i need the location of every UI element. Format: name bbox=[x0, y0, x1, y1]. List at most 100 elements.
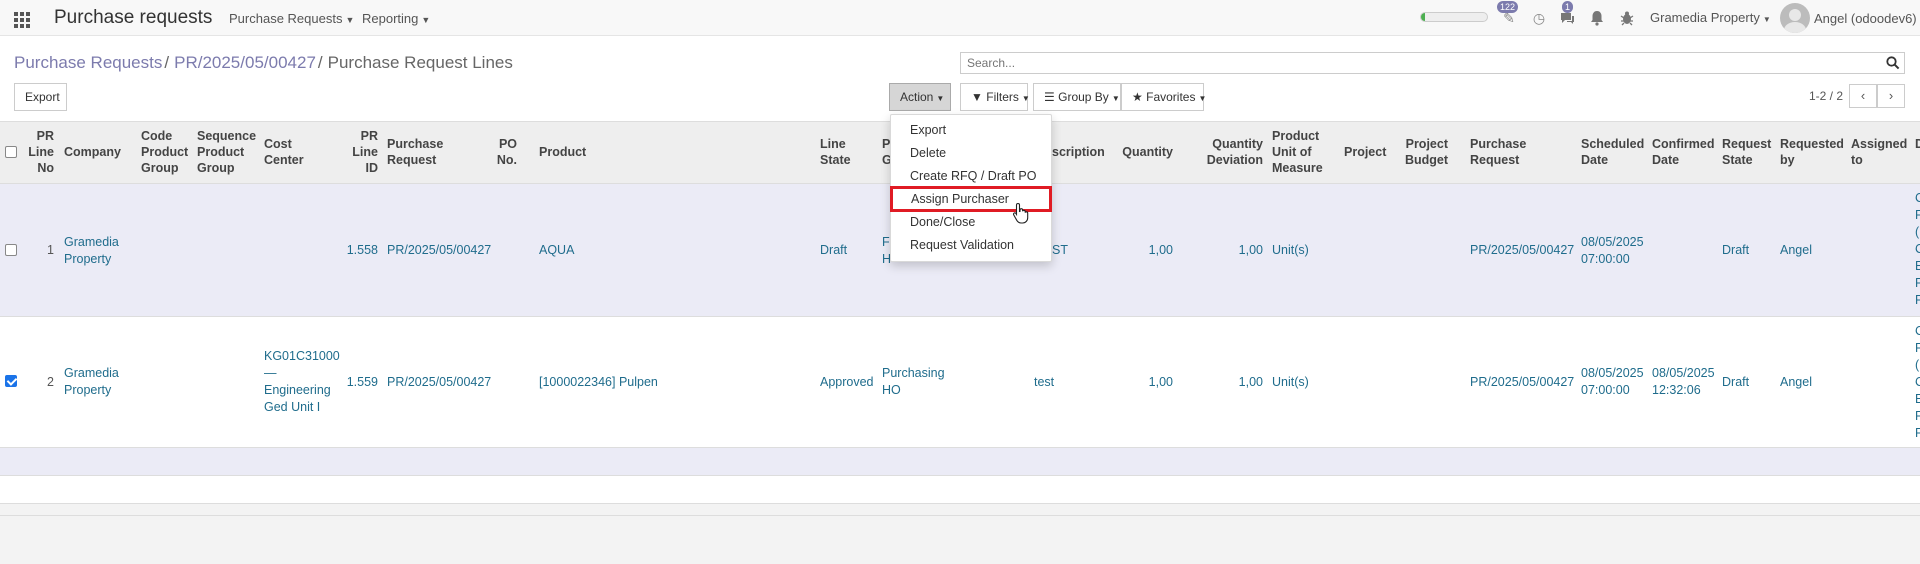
cell-line-no: 2 bbox=[47, 375, 54, 389]
col-purchase-request-2[interactable]: Purchase Request bbox=[1470, 136, 1526, 168]
bell-icon[interactable] bbox=[1589, 10, 1605, 26]
action-dropdown-menu: Export Delete Create RFQ / Draft PO Assi… bbox=[890, 114, 1052, 262]
cell-purchase-request-2: PR/2025/05/00427 bbox=[1470, 375, 1575, 389]
col-quantity[interactable]: Quantity bbox=[1110, 144, 1173, 160]
page-footer-area bbox=[0, 515, 1920, 564]
export-button[interactable]: Export bbox=[14, 83, 67, 111]
filters-button[interactable]: ▼ Filters ▼ bbox=[960, 83, 1030, 111]
col-pr-line-no[interactable]: PR Line No bbox=[22, 128, 54, 176]
col-product[interactable]: Product bbox=[539, 144, 586, 160]
cell-product: AQUA bbox=[539, 243, 575, 257]
cell-last: C F(C E F F bbox=[1915, 191, 1920, 307]
star-icon: ★ bbox=[1132, 90, 1143, 104]
cell-line-no: 1 bbox=[47, 243, 54, 257]
col-scheduled-date[interactable]: Scheduled Date bbox=[1581, 136, 1644, 168]
cell-request-state: Draft bbox=[1722, 375, 1750, 389]
col-project[interactable]: Project bbox=[1344, 144, 1386, 160]
select-all-checkbox[interactable] bbox=[5, 146, 17, 158]
app-title: Purchase requests bbox=[54, 7, 213, 28]
messages-badge: 1 bbox=[1562, 1, 1574, 13]
cell-pr-line-id: 1.558 bbox=[346, 243, 378, 257]
col-assigned-to[interactable]: Assigned to bbox=[1851, 136, 1907, 168]
cell-scheduled-date: 08/05/2025 07:00:00 bbox=[1581, 366, 1644, 397]
search-input[interactable] bbox=[961, 53, 1861, 73]
menu-item-delete[interactable]: Delete bbox=[891, 142, 1051, 164]
top-navbar: Purchase requests Purchase Requests ▼ Rep… bbox=[0, 0, 1920, 36]
col-request-state[interactable]: Request State bbox=[1722, 136, 1771, 168]
col-description[interactable]: scription bbox=[1052, 144, 1105, 160]
col-pr-line-id[interactable]: PR Line ID bbox=[340, 128, 378, 176]
clock-icon[interactable]: ◷ bbox=[1531, 10, 1547, 26]
col-po-no[interactable]: PO No. bbox=[480, 136, 517, 168]
breadcrumb-pr-record[interactable]: PR/2025/05/00427 bbox=[174, 53, 316, 72]
table-row[interactable]: 2 Gramedia Property KG01C31000— Engineerin… bbox=[0, 317, 1920, 448]
cell-uom: Unit(s) bbox=[1272, 243, 1309, 257]
col-requested-by[interactable]: Requested by bbox=[1780, 136, 1844, 168]
user-avatar[interactable] bbox=[1780, 3, 1810, 33]
col-cost-center[interactable]: Cost Center bbox=[264, 136, 304, 168]
pager-next-button[interactable]: › bbox=[1877, 84, 1905, 108]
group-by-button[interactable]: ☰ Group By ▼ bbox=[1033, 83, 1121, 111]
col-last[interactable]: D bbox=[1915, 136, 1920, 152]
cell-quantity: 1,00 bbox=[1148, 375, 1173, 389]
menu-item-export[interactable]: Export bbox=[891, 119, 1051, 141]
empty-row bbox=[0, 476, 1920, 504]
company-switcher[interactable]: Gramedia Property ▼ bbox=[1650, 10, 1771, 25]
action-button[interactable]: Action ▼ bbox=[889, 83, 951, 111]
cell-company: Gramedia Property bbox=[64, 235, 119, 266]
cell-cost-center: KG01C31000— Engineering Ged Unit I bbox=[264, 349, 340, 414]
cell-purchase-request: PR/2025/05/00427 bbox=[387, 375, 492, 389]
col-quantity-deviation[interactable]: Quantity Deviation bbox=[1182, 136, 1263, 168]
col-uom[interactable]: Product Unit of Measure bbox=[1272, 128, 1323, 176]
filter-icon: ▼ bbox=[971, 90, 983, 104]
cell-quantity: 1,00 bbox=[1148, 243, 1173, 257]
onboarding-progress-bar[interactable] bbox=[1420, 12, 1488, 22]
menu-purchase-requests[interactable]: Purchase Requests ▼ bbox=[229, 11, 354, 26]
menu-reporting[interactable]: Reporting ▼ bbox=[362, 11, 430, 26]
cell-line-state: Draft bbox=[820, 243, 848, 257]
cell-line-state: Approved bbox=[820, 375, 874, 389]
col-sequence-product-group[interactable]: Sequence Product Group bbox=[197, 128, 256, 176]
col-purchase-request[interactable]: Purchase Request bbox=[387, 136, 443, 168]
activity-badge: 122 bbox=[1497, 1, 1519, 13]
cell-purchase-request-2: PR/2025/05/00427 bbox=[1470, 243, 1575, 257]
cell-purchase-request: PR/2025/05/00427 bbox=[387, 243, 492, 257]
apps-menu-icon[interactable] bbox=[14, 12, 30, 28]
search-icon[interactable] bbox=[1886, 56, 1900, 70]
empty-row bbox=[0, 448, 1920, 476]
breadcrumb-current: Purchase Request Lines bbox=[327, 53, 513, 72]
cell-description: ST bbox=[1052, 243, 1068, 257]
col-company[interactable]: Company bbox=[64, 144, 121, 160]
cell-quantity-deviation: 1,00 bbox=[1238, 375, 1263, 389]
cell-pr-line-id: 1.559 bbox=[346, 375, 378, 389]
control-panel: Purchase Requests / PR/2025/05/00427/Purch… bbox=[0, 36, 1920, 122]
cell-last: C F(C E F F bbox=[1915, 324, 1920, 440]
pager-value[interactable]: 1-2 / 2 bbox=[1809, 89, 1843, 103]
pager-previous-button[interactable]: ‹ bbox=[1849, 84, 1877, 108]
col-line-state[interactable]: Line State bbox=[820, 136, 851, 168]
hand-pointer-cursor-icon bbox=[1012, 202, 1029, 224]
cell-quantity-deviation: 1,00 bbox=[1238, 243, 1263, 257]
user-menu[interactable]: Angel (odoodev6) bbox=[1814, 11, 1917, 26]
cell-description: test bbox=[1034, 375, 1055, 389]
col-code-product-group[interactable]: Code Product Group bbox=[141, 128, 188, 176]
menu-item-request-validation[interactable]: Request Validation bbox=[891, 234, 1051, 256]
col-confirmed-date[interactable]: Confirmed Date bbox=[1652, 136, 1715, 168]
cell-purchasing-group: Purchasing HO bbox=[882, 366, 945, 397]
debug-bug-icon[interactable] bbox=[1619, 10, 1635, 26]
cell-confirmed-date: 08/05/2025 12:32:06 bbox=[1652, 366, 1715, 397]
menu-item-create-rfq[interactable]: Create RFQ / Draft PO bbox=[891, 165, 1051, 187]
search-box bbox=[960, 52, 1905, 74]
cell-product: [1000022346] Pulpen bbox=[539, 375, 658, 389]
row-checkbox-checked[interactable] bbox=[5, 375, 17, 387]
cell-requested-by: Angel bbox=[1780, 375, 1812, 389]
cell-request-state: Draft bbox=[1722, 243, 1750, 257]
favorites-button[interactable]: ★ Favorites ▼ bbox=[1121, 83, 1206, 111]
cell-company: Gramedia Property bbox=[64, 366, 119, 397]
breadcrumb: Purchase Requests / PR/2025/05/00427/Purch… bbox=[14, 53, 513, 72]
cell-uom: Unit(s) bbox=[1272, 375, 1309, 389]
row-checkbox[interactable] bbox=[5, 244, 17, 256]
list-icon: ☰ bbox=[1044, 90, 1055, 104]
col-project-budget[interactable]: Project Budget bbox=[1400, 136, 1448, 168]
breadcrumb-purchase-requests[interactable]: Purchase Requests bbox=[14, 53, 162, 72]
